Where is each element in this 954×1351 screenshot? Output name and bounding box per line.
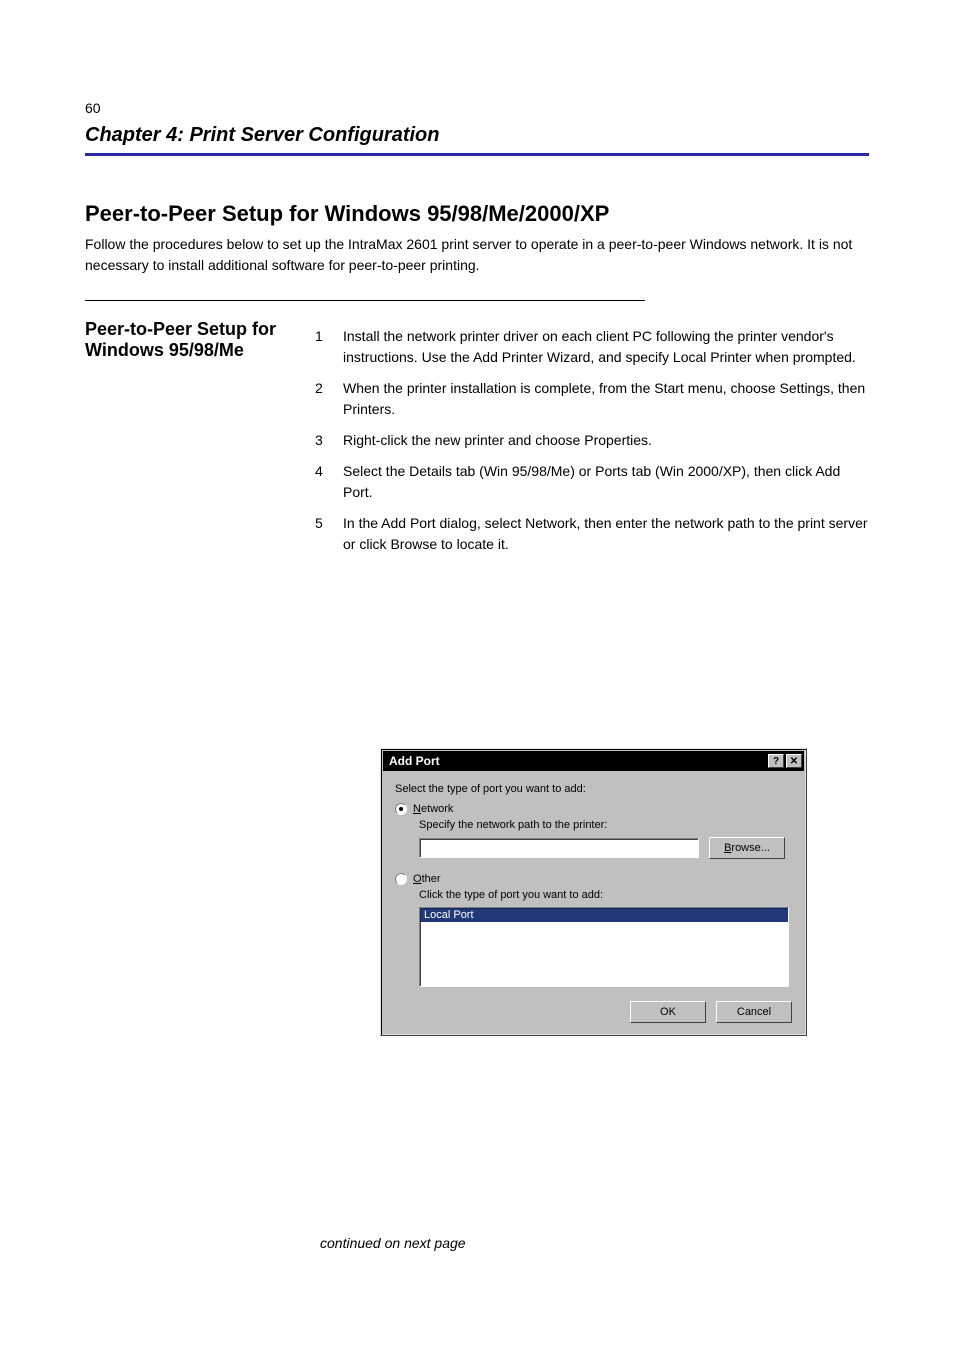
chapter-title: Chapter 4: Print Server Configuration: [85, 124, 869, 147]
step-text: When the printer installation is complet…: [343, 378, 869, 420]
radio-icon: [395, 803, 407, 815]
step-item: 1 Install the network printer driver on …: [315, 326, 869, 368]
dialog-instruction: Select the type of port you want to add:: [395, 783, 792, 795]
step-number: 4: [315, 461, 333, 503]
browse-button[interactable]: Browse...: [709, 837, 785, 859]
step-text: Select the Details tab (Win 95/98/Me) or…: [343, 461, 869, 503]
step-text: In the Add Port dialog, select Network, …: [343, 513, 869, 555]
port-type-listbox[interactable]: Local Port: [419, 907, 789, 987]
dialog-titlebar[interactable]: Add Port ? ✕: [383, 751, 804, 771]
ok-button[interactable]: OK: [630, 1001, 706, 1023]
other-type-label: Click the type of port you want to add:: [419, 889, 792, 901]
step-text: Right-click the new printer and choose P…: [343, 430, 869, 451]
continued-text: continued on next page: [320, 1235, 466, 1251]
cancel-button[interactable]: Cancel: [716, 1001, 792, 1023]
other-radio-label: Other: [413, 873, 441, 885]
radio-icon: [395, 873, 407, 885]
step-text: Install the network printer driver on ea…: [343, 326, 869, 368]
list-item[interactable]: Local Port: [420, 908, 788, 922]
step-number: 3: [315, 430, 333, 451]
step-number: 1: [315, 326, 333, 368]
section-heading: Peer-to-Peer Setup for Windows 95/98/Me/…: [85, 200, 869, 228]
network-path-input[interactable]: [419, 838, 699, 858]
network-radio[interactable]: Network: [395, 803, 792, 815]
add-port-dialog: Add Port ? ✕ Select the type of port you…: [380, 748, 807, 1036]
close-icon: ✕: [790, 756, 798, 767]
step-item: 2 When the printer installation is compl…: [315, 378, 869, 420]
intro-paragraph: Follow the procedures below to set up th…: [85, 234, 869, 276]
step-item: 5 In the Add Port dialog, select Network…: [315, 513, 869, 555]
page-header: 60 Chapter 4: Print Server Configuration: [85, 100, 869, 156]
other-radio[interactable]: Other: [395, 873, 792, 885]
header-rule: [85, 153, 869, 156]
step-item: 4 Select the Details tab (Win 95/98/Me) …: [315, 461, 869, 503]
help-icon: ?: [773, 756, 779, 767]
network-path-label: Specify the network path to the printer:: [419, 819, 792, 831]
step-number: 5: [315, 513, 333, 555]
close-button[interactable]: ✕: [786, 754, 802, 768]
page-body: Peer-to-Peer Setup for Windows 95/98/Me/…: [85, 200, 869, 565]
help-button[interactable]: ?: [768, 754, 784, 768]
network-radio-label: Network: [413, 803, 453, 815]
page-number: 60: [85, 100, 869, 116]
subsection-heading: Peer-to-Peer Setup for Windows 95/98/Me: [85, 319, 285, 361]
step-item: 3 Right-click the new printer and choose…: [315, 430, 869, 451]
step-number: 2: [315, 378, 333, 420]
dialog-title: Add Port: [389, 754, 766, 768]
